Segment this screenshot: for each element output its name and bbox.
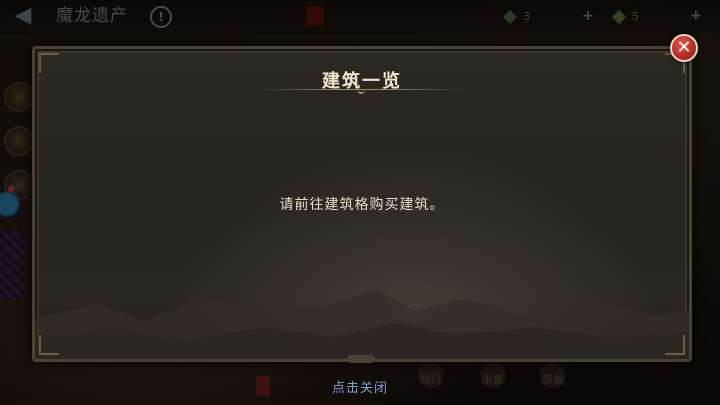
empty-message: 请前往建筑格购买建筑。 — [279, 197, 445, 213]
corner-ornament — [665, 335, 685, 355]
game-screen: ◀ 魔龙遗产 ! 3 + 5 + 排行 采集 装备 建筑一览 请前往建筑格购买建… — [0, 0, 720, 405]
bottom-ornament — [347, 355, 375, 363]
building-list-dialog: 建筑一览 请前往建筑格购买建筑。 — [32, 46, 692, 363]
tap-to-close-hint[interactable]: 点击关闭 — [0, 377, 720, 396]
mountain-backdrop — [35, 289, 689, 359]
close-icon: ✕ — [676, 37, 692, 58]
title-ornament — [357, 86, 365, 94]
close-button[interactable]: ✕ — [670, 34, 698, 62]
corner-ornament — [39, 335, 59, 355]
